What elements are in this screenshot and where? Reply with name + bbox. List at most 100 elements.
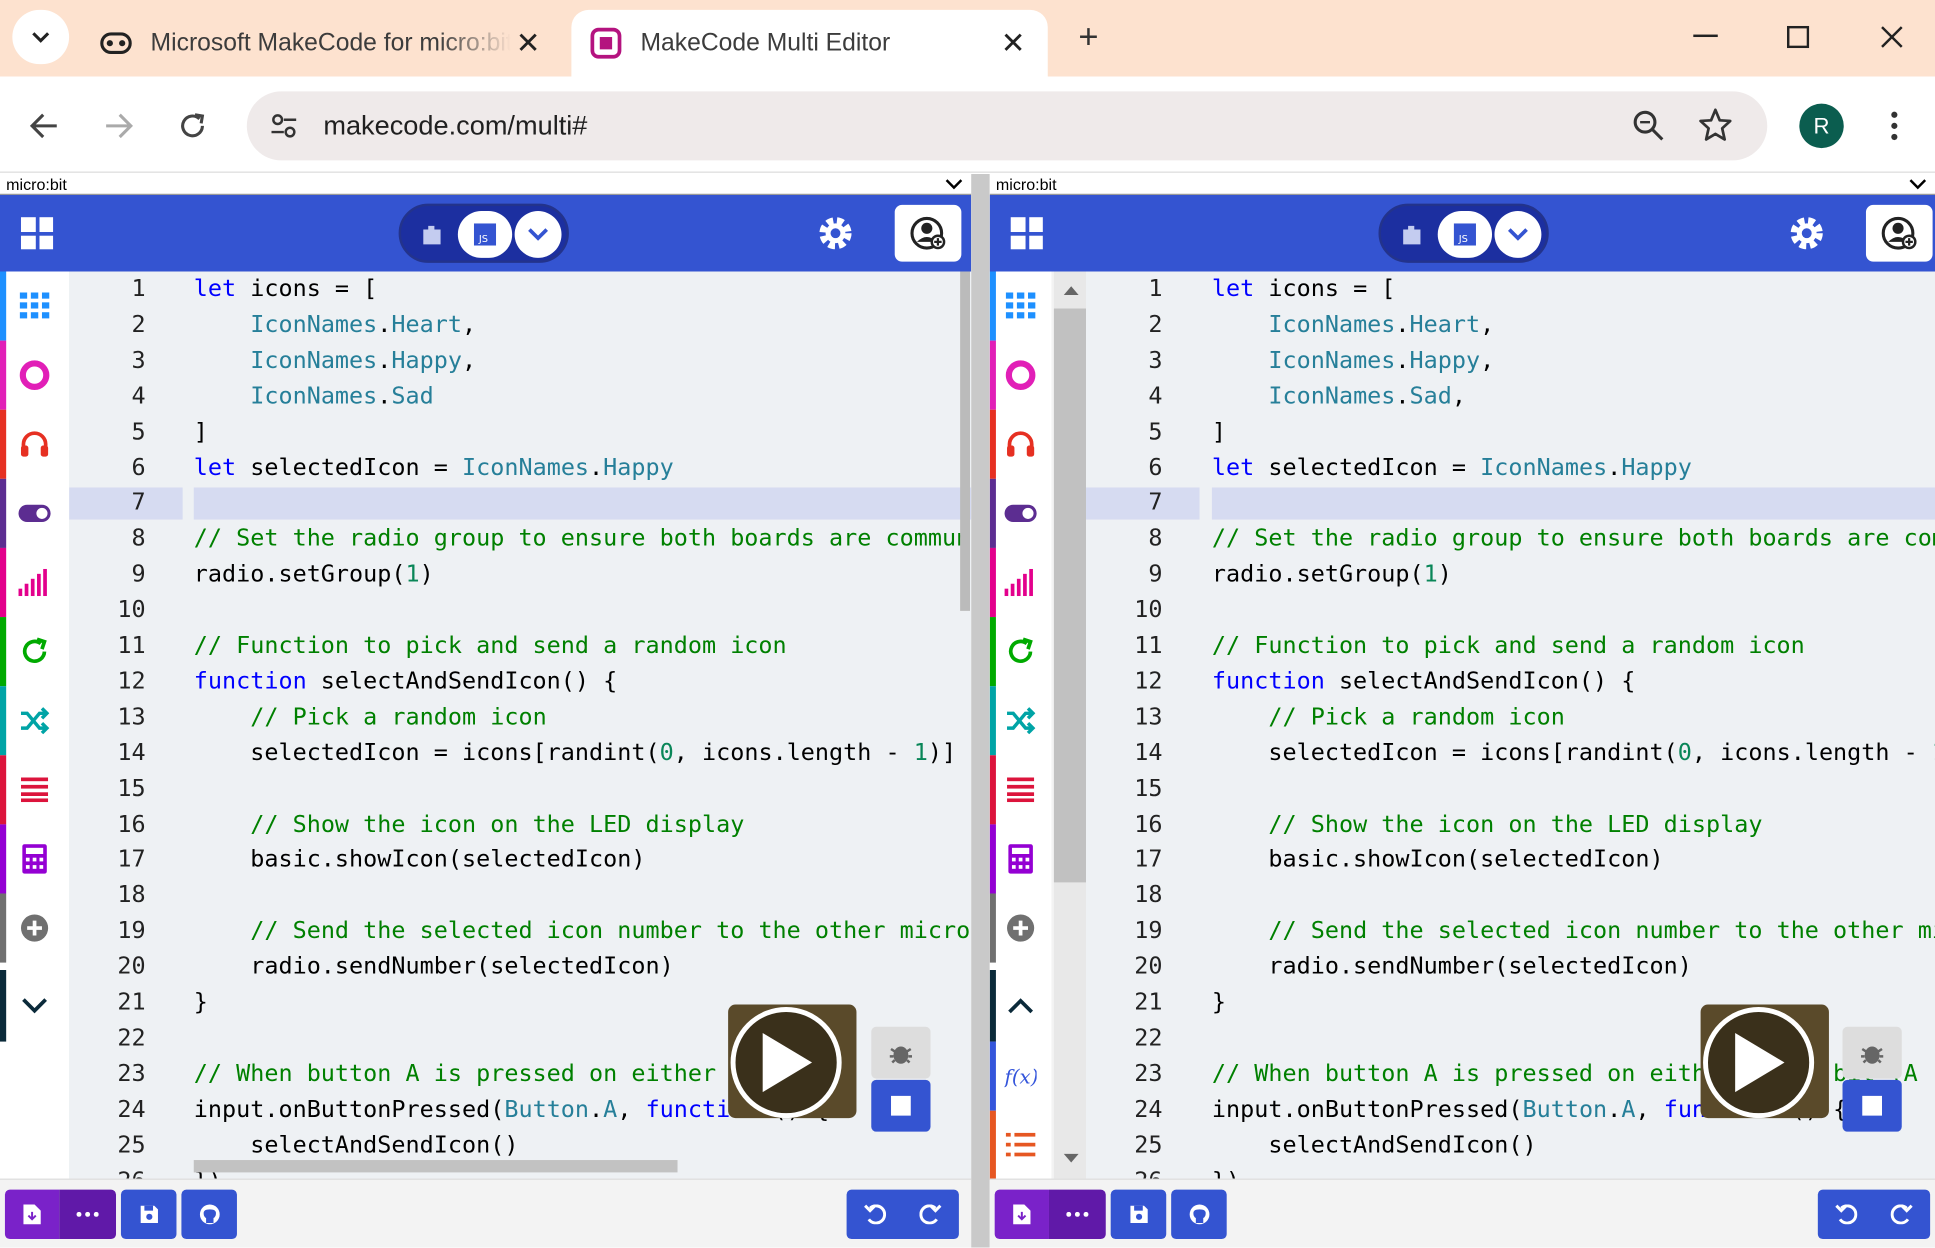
target-select[interactable]: micro:bit [0,174,972,195]
back-button[interactable] [20,101,69,150]
browser-tab-makecode[interactable]: Microsoft MakeCode for micro:bit ✕ [81,10,562,77]
blocks-mode-button[interactable] [1398,221,1425,248]
javascript-mode-button[interactable]: JS [1437,211,1493,258]
toolbox-music[interactable] [989,409,1052,479]
code-line[interactable]: ] [194,414,208,450]
toolbox-logic[interactable] [0,686,69,756]
profile-avatar[interactable]: R [1799,103,1844,149]
code-line[interactable]: let selectedIcon = IconNames.Happy [194,450,674,486]
reload-button[interactable] [168,101,217,150]
code-line[interactable]: radio.setGroup(1) [194,557,434,593]
code-line[interactable]: IconNames.Happy, [1212,343,1494,379]
play-button[interactable] [1703,1007,1815,1119]
toolbox-functions[interactable]: f(x) [989,1041,1052,1111]
minimize-button[interactable] [1681,12,1730,61]
code-line[interactable]: IconNames.Heart, [1212,307,1494,343]
toolbox-input[interactable] [0,340,69,410]
code-line[interactable]: // Show the icon on the LED display [194,806,745,842]
code-line[interactable]: radio.sendNumber(selectedIcon) [194,949,674,985]
bookmark-button[interactable] [1698,107,1733,148]
save-button[interactable] [120,1189,177,1240]
toolbox-basic[interactable] [0,271,69,341]
toolbox-radio[interactable] [989,547,1052,618]
new-tab-button[interactable]: + [1069,17,1108,56]
stop-button[interactable] [871,1079,931,1132]
toolbox-music[interactable] [0,409,69,479]
code-line[interactable]: basic.showIcon(selectedIcon) [194,842,645,878]
language-dropdown-button[interactable] [514,211,562,258]
code-line[interactable]: } [194,985,208,1021]
account-button[interactable] [894,204,962,262]
toolbox-led[interactable] [989,478,1052,548]
code-line[interactable]: selectedIcon = icons[randint(0, icons.le… [1212,735,1935,771]
redo-button[interactable] [1874,1204,1930,1225]
browser-menu-button[interactable] [1876,104,1913,148]
download-button[interactable] [4,1189,60,1240]
language-dropdown-button[interactable] [1494,211,1542,258]
code-line[interactable]: IconNames.Sad [194,378,434,414]
code-line[interactable]: let selectedIcon = IconNames.Happy [1212,450,1692,486]
code-line[interactable]: ] [1212,414,1226,450]
code-line[interactable]: // Pick a random icon [194,699,546,735]
toolbox-expand-button[interactable] [0,970,69,1042]
more-options-button[interactable] [1048,1189,1106,1240]
toolbox-logic[interactable] [989,686,1052,756]
close-tab-icon[interactable]: ✕ [511,25,546,61]
simulator-preview[interactable] [1700,1004,1829,1119]
code-line[interactable]: IconNames.Sad, [1212,378,1466,414]
toolbox-math[interactable] [989,824,1052,894]
code-line[interactable]: IconNames.Heart, [194,307,476,343]
code-line[interactable]: radio.sendNumber(selectedIcon) [1212,949,1692,985]
toolbox-input[interactable] [989,340,1052,410]
code-line[interactable]: selectedIcon = icons[randint(0, icons.le… [194,735,956,771]
settings-button[interactable] [817,215,854,252]
play-button[interactable] [730,1007,842,1119]
code-line[interactable]: // Set the radio group to ensure both bo… [194,521,971,557]
github-button[interactable] [1171,1189,1227,1240]
pane-divider[interactable] [971,174,990,1248]
toolbox-extensions[interactable] [989,893,1052,963]
download-button[interactable] [994,1189,1049,1240]
code-line[interactable]: function selectAndSendIcon() { [194,664,618,700]
close-tab-icon[interactable]: ✕ [996,25,1031,61]
target-select[interactable]: micro:bit [989,174,1935,195]
code-line[interactable]: let icons = [ [1212,272,1396,308]
code-line[interactable]: } [1212,985,1226,1021]
toolbox-scrollbar[interactable] [1053,271,1087,1179]
debug-button[interactable] [871,1026,931,1079]
redo-button[interactable] [903,1204,959,1225]
address-bar[interactable]: makecode.com/multi# [246,91,1768,161]
close-window-button[interactable] [1867,12,1916,61]
tab-search-button[interactable] [12,9,70,65]
vertical-scrollbar[interactable] [960,271,971,611]
toolbox-loops[interactable] [0,617,69,687]
code-line[interactable]: // Function to pick and send a random ic… [194,628,787,664]
stop-button[interactable] [1842,1079,1902,1132]
undo-button[interactable] [847,1204,903,1225]
maximize-button[interactable] [1773,12,1822,61]
undo-button[interactable] [1818,1204,1874,1225]
toolbox-variables[interactable] [0,755,69,825]
zoom-button[interactable] [1631,109,1666,150]
code-line[interactable]: selectAndSendIcon() [1212,1127,1536,1163]
javascript-mode-button[interactable]: JS [457,211,513,258]
toolbox-extensions[interactable] [0,893,69,963]
toolbox-led[interactable] [0,478,69,548]
toolbox-math[interactable] [0,824,69,894]
code-line[interactable]: // Set the radio group to ensure both bo… [1212,521,1935,557]
home-logo-button[interactable] [20,217,54,250]
save-button[interactable] [1110,1189,1167,1240]
editor-mode-toggle[interactable]: JS [398,203,569,263]
code-line[interactable]: basic.showIcon(selectedIcon) [1212,842,1663,878]
simulator-preview[interactable] [728,1004,857,1119]
code-line[interactable]: function selectAndSendIcon() { [1212,664,1636,700]
code-line[interactable]: selectAndSendIcon() [194,1127,518,1163]
toolbox-variables[interactable] [989,755,1052,825]
account-button[interactable] [1865,204,1933,262]
code-line[interactable]: }) [1212,1163,1240,1179]
code-line[interactable]: // Send the selected icon number to the … [194,913,971,949]
horizontal-scrollbar[interactable] [193,1160,678,1173]
code-line[interactable]: // Send the selected icon number to the … [1212,913,1935,949]
toolbox-collapse-button[interactable] [989,970,1052,1042]
code-line[interactable]: IconNames.Happy, [194,343,476,379]
